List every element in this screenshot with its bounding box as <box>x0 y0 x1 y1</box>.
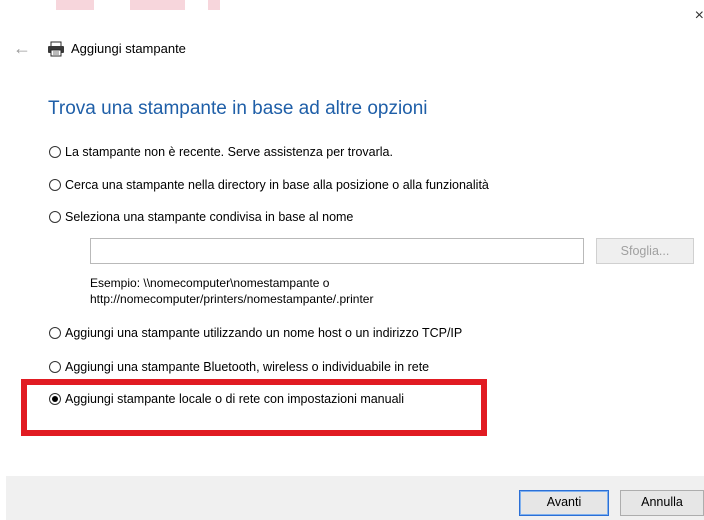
next-button[interactable]: Avanti <box>519 490 609 516</box>
close-icon[interactable]: × <box>690 8 704 24</box>
radio-button[interactable] <box>49 211 61 223</box>
option-label: Cerca una stampante nella directory in b… <box>65 178 489 192</box>
option-label: Seleziona una stampante condivisa in bas… <box>65 210 354 224</box>
highlight-annotation <box>21 379 487 436</box>
top-decoration <box>130 0 185 10</box>
printer-icon <box>48 41 64 57</box>
option-bluetooth-wireless[interactable]: Aggiungi una stampante Bluetooth, wirele… <box>49 360 429 374</box>
option-label: La stampante non è recente. Serve assist… <box>65 145 393 159</box>
top-decoration <box>208 0 220 10</box>
option-printer-not-recent[interactable]: La stampante non è recente. Serve assist… <box>49 145 393 159</box>
option-search-directory[interactable]: Cerca una stampante nella directory in b… <box>49 178 489 192</box>
option-tcp-ip[interactable]: Aggiungi una stampante utilizzando un no… <box>49 326 462 340</box>
page-heading: Trova una stampante in base ad altre opz… <box>48 98 428 119</box>
radio-button[interactable] <box>49 146 61 158</box>
example-line-1: Esempio: \\nomecomputer\nomestampante o <box>90 276 330 290</box>
radio-button[interactable] <box>49 361 61 373</box>
example-line-2: http://nomecomputer/printers/nomestampan… <box>90 292 374 306</box>
option-label: Aggiungi una stampante Bluetooth, wirele… <box>65 360 430 374</box>
window-title: Aggiungi stampante <box>71 41 186 56</box>
example-text: Esempio: \\nomecomputer\nomestampante o … <box>90 275 373 307</box>
cancel-button[interactable]: Annulla <box>620 490 704 516</box>
back-arrow-icon[interactable]: ← <box>13 38 31 58</box>
option-shared-by-name[interactable]: Seleziona una stampante condivisa in bas… <box>49 210 353 224</box>
radio-button[interactable] <box>49 327 61 339</box>
radio-button[interactable] <box>49 179 61 191</box>
option-label: Aggiungi una stampante utilizzando un no… <box>65 326 463 340</box>
printer-name-input[interactable] <box>90 238 584 264</box>
top-decoration <box>56 0 94 10</box>
browse-button[interactable]: Sfoglia... <box>596 238 694 264</box>
